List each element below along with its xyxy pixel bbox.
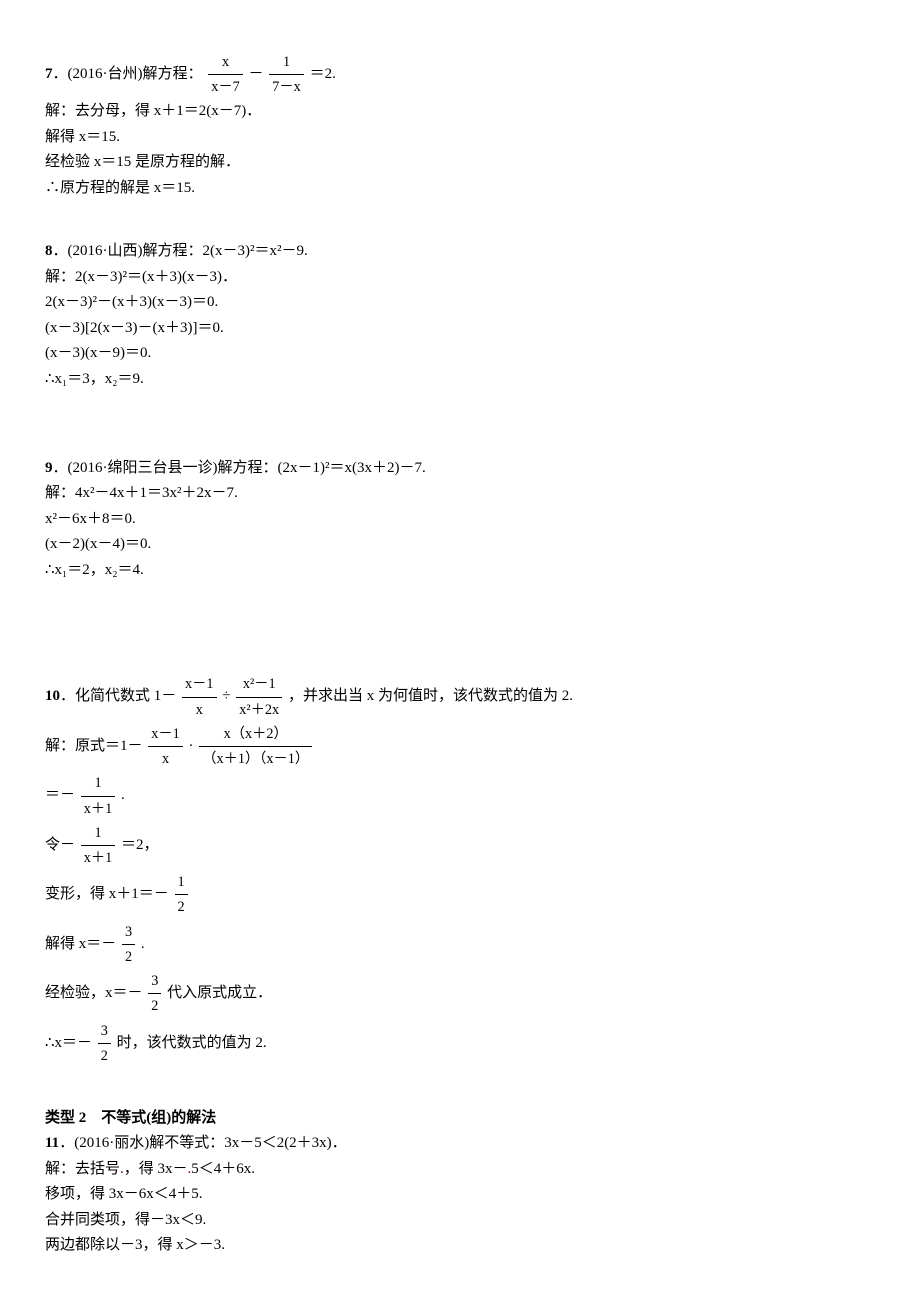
p11-question: 11．(2016·丽水)解不等式：3x－5＜2(2＋3x)． xyxy=(45,1131,878,1157)
p9-step4: ∴x₁＝2，x₂＝4. xyxy=(45,558,878,584)
p10-step1: 解：原式＝1－ x－1x · x（x＋2）（x＋1）（x－1） xyxy=(45,722,878,771)
p7-frac2: 17－x xyxy=(269,50,304,99)
p10-step2: ＝－ 1x＋1 . xyxy=(45,771,878,820)
p9-num: 9 xyxy=(45,460,53,476)
problem-9: 9．(2016·绵阳三台县一诊)解方程：(2x－1)²＝x(3x＋2)－7. 解… xyxy=(45,456,878,584)
p10-f1: x－1x xyxy=(182,672,217,721)
problem-11: 11．(2016·丽水)解不等式：3x－5＜2(2＋3x)． 解：去括号.，得 … xyxy=(45,1131,878,1259)
p8-step1: 解：2(x－3)²＝(x＋3)(x－3)． xyxy=(45,265,878,291)
p11-step2: 移项，得 3x－6x＜4＋5. xyxy=(45,1182,878,1208)
p9-step2: x²－6x＋8＝0. xyxy=(45,507,878,533)
p7-step3: 经检验 x＝15 是原方程的解． xyxy=(45,150,878,176)
p9-src: (2016·绵阳三台县一诊)解方程：(2x－1)²＝x(3x＋2)－7. xyxy=(68,460,426,476)
p10-question: 10．化简代数式 1－ x－1x ÷ x²－1x²＋2x ，并求出当 x 为何值… xyxy=(45,672,878,721)
p10-f2: x²－1x²＋2x xyxy=(236,672,282,721)
problem-10: 10．化简代数式 1－ x－1x ÷ x²－1x²＋2x ，并求出当 x 为何值… xyxy=(45,672,878,1068)
p7-step1: 解：去分母，得 x＋1＝2(x－7)． xyxy=(45,99,878,125)
p11-step4: 两边都除以－3，得 x＞－3. xyxy=(45,1233,878,1259)
p7-num: 7 xyxy=(45,66,53,82)
p7-src: (2016·台州)解方程： xyxy=(68,66,203,82)
p8-step3: (x－3)[2(x－3)－(x＋3)]＝0. xyxy=(45,316,878,342)
p8-step2: 2(x－3)²－(x＋3)(x－3)＝0. xyxy=(45,290,878,316)
p8-step4: (x－3)(x－9)＝0. xyxy=(45,341,878,367)
p10-num: 10 xyxy=(45,689,60,705)
p8-question: 8．(2016·山西)解方程：2(x－3)²＝x²－9. xyxy=(45,239,878,265)
p10-step5: 解得 x＝－ 32 . xyxy=(45,920,878,969)
problem-7: 7．(2016·台州)解方程： xx－7 － 17－x ＝2. 解：去分母，得 … xyxy=(45,50,878,201)
p10-step6: 经检验，x＝－ 32 代入原式成立． xyxy=(45,969,878,1018)
p7-frac1: xx－7 xyxy=(208,50,243,99)
problem-8: 8．(2016·山西)解方程：2(x－3)²＝x²－9. 解：2(x－3)²＝(… xyxy=(45,239,878,392)
p7-step2: 解得 x＝15. xyxy=(45,125,878,151)
p10-step3: 令－ 1x＋1 ＝2， xyxy=(45,821,878,870)
section-2-title: 类型 2 不等式(组)的解法 xyxy=(45,1106,878,1132)
p11-step3: 合并同类项，得－3x＜9. xyxy=(45,1208,878,1234)
p11-num: 11 xyxy=(45,1135,59,1151)
p8-step5: ∴x₁＝3，x₂＝9. xyxy=(45,367,878,393)
p7-question: 7．(2016·台州)解方程： xx－7 － 17－x ＝2. xyxy=(45,50,878,99)
p9-step3: (x－2)(x－4)＝0. xyxy=(45,532,878,558)
p8-src: (2016·山西)解方程：2(x－3)²＝x²－9. xyxy=(68,243,308,259)
p10-step7: ∴x＝－ 32 时，该代数式的值为 2. xyxy=(45,1019,878,1068)
p11-src: (2016·丽水)解不等式：3x－5＜2(2＋3x)． xyxy=(74,1135,346,1151)
p8-num: 8 xyxy=(45,243,53,259)
p10-step4: 变形，得 x＋1＝－ 12 xyxy=(45,870,878,919)
p9-question: 9．(2016·绵阳三台县一诊)解方程：(2x－1)²＝x(3x＋2)－7. xyxy=(45,456,878,482)
p9-step1: 解：4x²－4x＋1＝3x²＋2x－7. xyxy=(45,481,878,507)
p7-step4: ∴原方程的解是 x＝15. xyxy=(45,176,878,202)
p11-step1: 解：去括号.，得 3x－.5＜4＋6x. xyxy=(45,1157,878,1183)
